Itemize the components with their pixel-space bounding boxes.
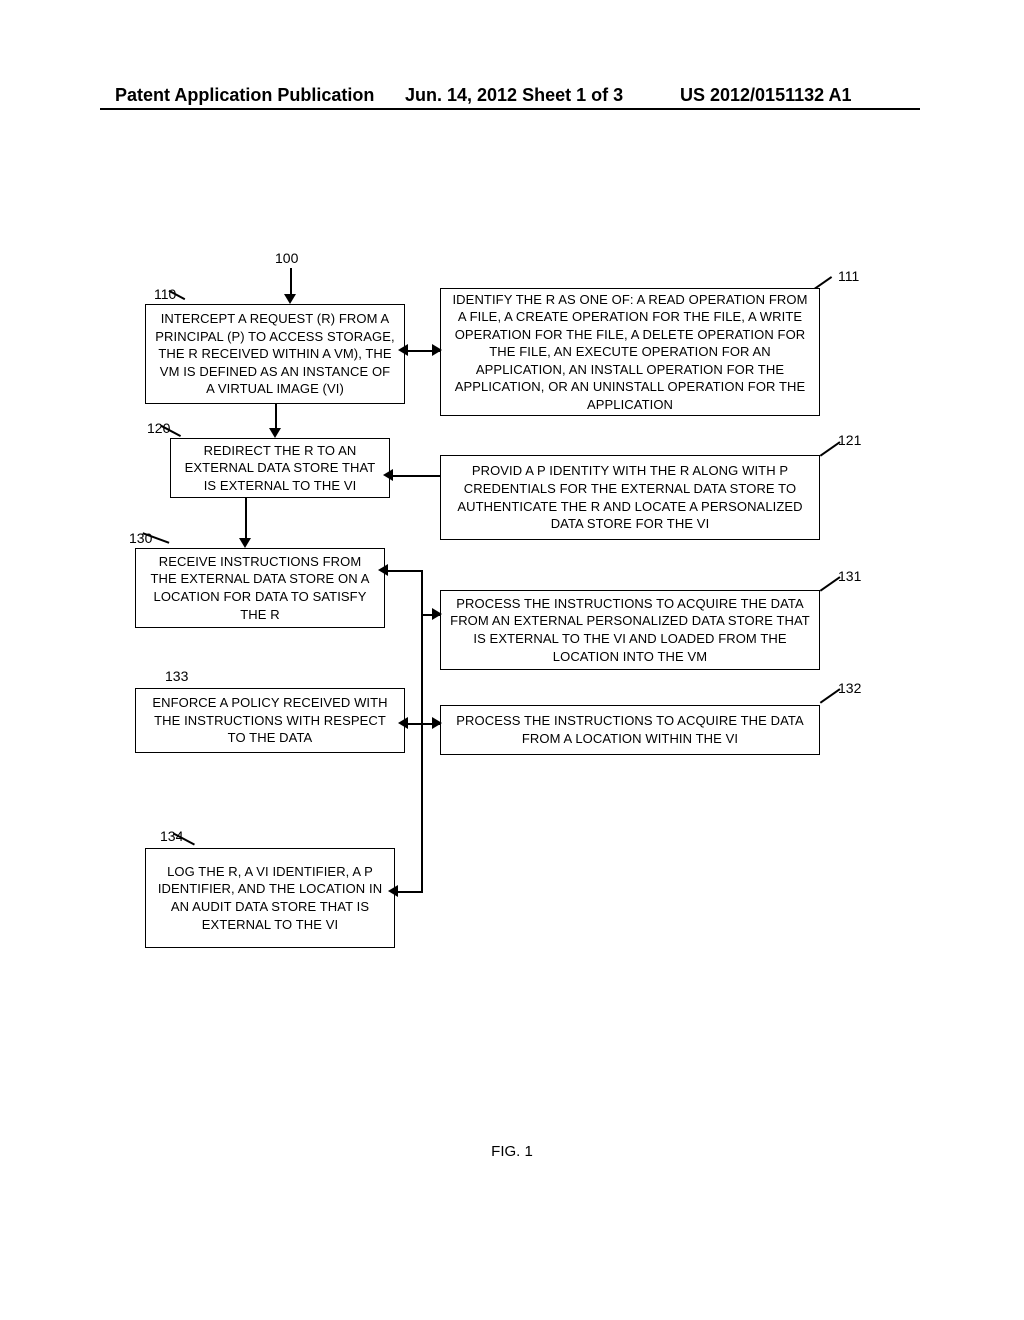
arrow-121-120 [390, 475, 440, 477]
label-111: 111 [838, 268, 859, 284]
label-110: 110 [154, 286, 176, 302]
arrowhead-111-110 [398, 344, 408, 356]
arrowhead-120-130 [239, 538, 251, 548]
label-130: 130 [129, 530, 152, 546]
box-132: PROCESS THE INSTRUCTIONS TO ACQUIRE THE … [440, 705, 820, 755]
box-133: ENFORCE A POLICY RECEIVED WITH THE INSTR… [135, 688, 405, 753]
flow-diagram: 100 110 111 120 121 130 131 132 133 134 … [100, 260, 920, 1040]
arrowhead-121-120 [383, 469, 393, 481]
box-134: LOG THE R, A VI IDENTIFIER, A P IDENTIFI… [145, 848, 395, 948]
arrow-120-130 [245, 498, 247, 540]
arrow-130-top-v [421, 570, 423, 616]
box-131: PROCESS THE INSTRUCTIONS TO ACQUIRE THE … [440, 590, 820, 670]
arrowhead-110-111 [432, 344, 442, 356]
leader-121 [820, 441, 841, 456]
box-120: REDIRECT THE R TO AN EXTERNAL DATA STORE… [170, 438, 390, 498]
header-right: US 2012/0151132 A1 [680, 85, 851, 106]
header-left: Patent Application Publication [115, 85, 374, 106]
label-133: 133 [165, 668, 188, 684]
arrow-mid-v [421, 616, 423, 725]
box-130: RECEIVE INSTRUCTIONS FROM THE EXTERNAL D… [135, 548, 385, 628]
box-121: PROVID A P IDENTITY WITH THE R ALONG WIT… [440, 455, 820, 540]
label-100: 100 [275, 250, 298, 266]
label-131: 131 [838, 568, 861, 584]
header-center: Jun. 14, 2012 Sheet 1 of 3 [405, 85, 623, 106]
figure-caption: FIG. 1 [0, 1143, 1024, 1160]
arrow-134-v [421, 725, 423, 893]
arrowhead-130-131 [432, 608, 442, 620]
arrowhead-main [284, 294, 296, 304]
header-divider [100, 108, 920, 110]
arrowhead-132-133 [398, 717, 408, 729]
arrow-main [290, 268, 292, 296]
arrowhead-133-132 [432, 717, 442, 729]
arrow-134-h [395, 891, 423, 893]
arrowhead-131-130 [378, 564, 388, 576]
arrow-130-top-h [385, 570, 423, 572]
label-132: 132 [838, 680, 861, 696]
box-111: IDENTIFY THE R AS ONE OF: A READ OPERATI… [440, 288, 820, 416]
label-121: 121 [838, 432, 861, 448]
arrowhead-to-134 [388, 885, 398, 897]
arrowhead-110-120 [269, 428, 281, 438]
arrow-110-120 [275, 404, 277, 430]
box-110: INTERCEPT A REQUEST (R) FROM A PRINCIPAL… [145, 304, 405, 404]
